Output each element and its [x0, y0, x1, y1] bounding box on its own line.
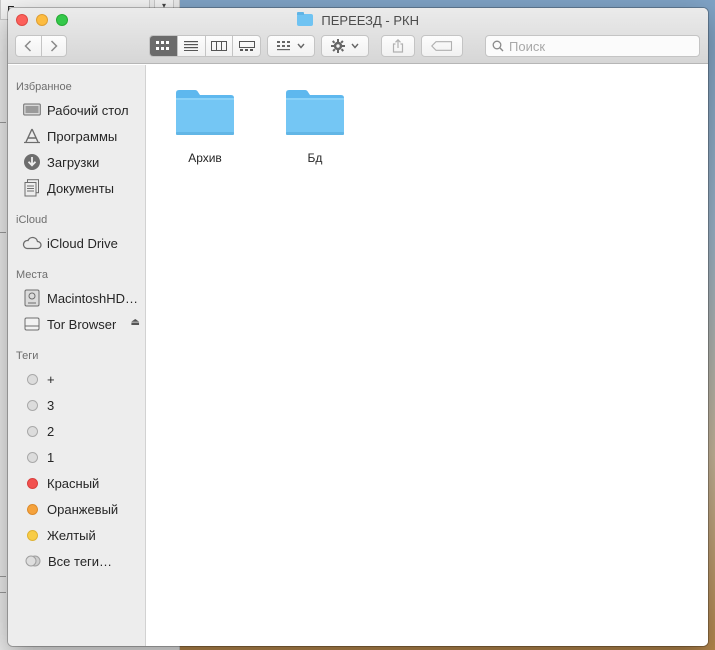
tag-color-dot [27, 529, 38, 541]
sidebar-item-label: Рабочий стол [47, 102, 129, 118]
icon-grid-icon [156, 41, 170, 50]
navigation-buttons [15, 35, 67, 57]
tag-color-dot [27, 399, 38, 411]
sidebar-item-label: Загрузки [47, 154, 100, 170]
sidebar-tag-red[interactable]: Красный [22, 473, 146, 493]
sidebar: Избранное Рабочий стол Программы Загрузк… [8, 65, 146, 646]
share-icon [392, 39, 404, 53]
hard-drive-icon [22, 289, 42, 307]
sidebar-item-tor-browser[interactable]: Tor Browser ⏏ [22, 314, 146, 334]
sidebar-item-label: Оранжевый [47, 501, 119, 517]
folder-icon [175, 87, 235, 137]
sidebar-item-label: 2 [47, 423, 55, 439]
search-input[interactable] [509, 38, 689, 54]
sidebar-item-label: Все теги… [48, 553, 113, 569]
sidebar-section-tags: Теги [16, 350, 39, 362]
gear-icon [331, 39, 345, 53]
documents-icon [22, 179, 42, 197]
all-tags-icon [22, 552, 43, 570]
column-view-button[interactable] [204, 36, 233, 56]
sidebar-item-downloads[interactable]: Загрузки [22, 152, 146, 172]
sidebar-tag-2[interactable]: 2 [22, 421, 146, 441]
sidebar-item-label: iCloud Drive [47, 235, 118, 251]
finder-window: ПЕРЕЕЗД - РКН Поиск Избранное Рабочий ст… [8, 8, 708, 646]
list-view-button[interactable] [176, 36, 205, 56]
gallery-view-button[interactable] [232, 36, 260, 56]
sidebar-item-label: Красный [47, 475, 100, 491]
folder-item[interactable]: Архив [165, 87, 245, 165]
folder-name: Архив [188, 151, 222, 165]
sidebar-tag-all[interactable]: Все теги… [22, 551, 146, 571]
sidebar-item-desktop[interactable]: Рабочий стол [22, 100, 146, 120]
action-menu-button[interactable] [321, 35, 369, 57]
sidebar-item-label: Tor Browser [47, 316, 117, 332]
window-title: ПЕРЕЕЗД - РКН [8, 12, 708, 30]
icon-view-button[interactable] [150, 36, 177, 56]
applications-icon [22, 127, 42, 145]
share-button[interactable] [381, 35, 415, 57]
background-divider [0, 592, 6, 593]
background-divider [0, 232, 6, 233]
sidebar-section-favorites: Избранное [16, 81, 72, 93]
cloud-icon [22, 234, 42, 252]
forward-button[interactable] [40, 36, 67, 56]
background-divider [0, 122, 6, 123]
downloads-icon [22, 153, 42, 171]
columns-icon [210, 41, 227, 51]
window-title-text: ПЕРЕЕЗД - РКН [321, 13, 420, 28]
edit-tags-button[interactable] [421, 35, 463, 57]
eject-icon[interactable]: ⏏ [131, 317, 140, 328]
disk-image-icon [22, 315, 42, 333]
chevron-left-icon [24, 40, 32, 52]
sidebar-tag-orange[interactable]: Оранжевый [22, 499, 146, 519]
sidebar-tag-yellow[interactable]: Желтый [22, 525, 146, 545]
file-browser-content: Архив Бд [146, 65, 708, 646]
sidebar-section-icloud: iCloud [16, 214, 48, 226]
tag-icon [431, 41, 453, 51]
sidebar-item-label: Документы [47, 180, 115, 196]
sidebar-item-label: Программы [47, 128, 118, 144]
sidebar-item-label: 1 [47, 449, 55, 465]
back-button[interactable] [16, 36, 41, 56]
sidebar-item-applications[interactable]: Программы [22, 126, 146, 146]
desktop-icon [22, 101, 42, 119]
folder-icon [296, 12, 313, 26]
sidebar-item-macintosh-hd[interactable]: MacintoshHD… [22, 288, 146, 308]
sidebar-item-label: Желтый [47, 527, 96, 543]
sidebar-tag-3[interactable]: 3 [22, 395, 146, 415]
background-divider [0, 576, 6, 577]
gallery-icon [238, 41, 255, 51]
chevron-down-icon [351, 43, 359, 49]
tag-color-dot [27, 451, 38, 463]
chevron-down-icon [297, 43, 305, 49]
search-icon [492, 40, 504, 52]
sidebar-item-label: MacintoshHD… [47, 290, 139, 306]
tag-color-dot [27, 425, 38, 437]
arrange-grid-icon [277, 41, 290, 51]
sidebar-section-places: Места [16, 269, 48, 281]
chevron-right-icon [50, 40, 58, 52]
tag-color-dot [27, 503, 38, 515]
sidebar-item-label: 3 [47, 397, 55, 413]
sidebar-item-label: + [47, 371, 55, 387]
tag-color-dot [27, 373, 38, 385]
view-mode-buttons [149, 35, 261, 57]
sidebar-tag-plus[interactable]: + [22, 369, 146, 389]
tag-color-dot [27, 477, 38, 489]
sidebar-tag-1[interactable]: 1 [22, 447, 146, 467]
sidebar-item-documents[interactable]: Документы [22, 178, 146, 198]
list-icon [184, 41, 199, 51]
sidebar-item-icloud-drive[interactable]: iCloud Drive [22, 233, 146, 253]
folder-item[interactable]: Бд [275, 87, 355, 165]
folder-icon [285, 87, 345, 137]
search-field[interactable] [485, 35, 700, 57]
titlebar: ПЕРЕЕЗД - РКН [8, 8, 708, 64]
arrange-button[interactable] [267, 35, 315, 57]
folder-name: Бд [307, 151, 323, 165]
